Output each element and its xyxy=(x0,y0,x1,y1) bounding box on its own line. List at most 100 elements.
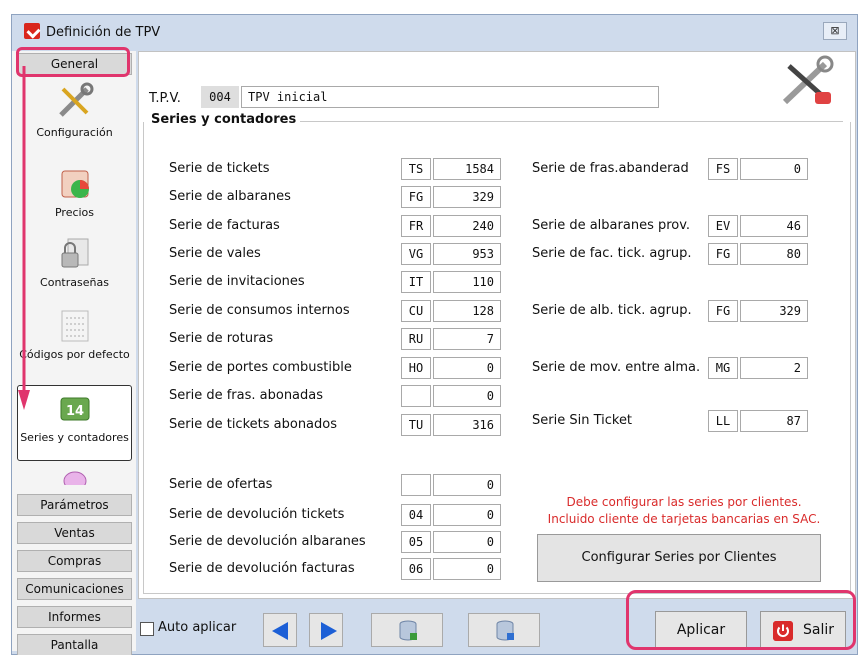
series-counter-input[interactable]: 0 xyxy=(433,474,501,496)
series-label: Serie de facturas xyxy=(169,218,280,233)
highlight-actions xyxy=(626,590,856,650)
sidebar-item-label: Series y contadores xyxy=(20,431,129,444)
tpv-code-field: 004 xyxy=(201,86,239,108)
configure-series-button[interactable]: Configurar Series por Clientes xyxy=(537,534,821,582)
arrow-right-icon xyxy=(321,622,337,640)
tools-icon xyxy=(58,82,93,117)
series-label: Serie de fras. abonadas xyxy=(169,388,324,403)
next-button[interactable] xyxy=(309,613,343,647)
series-code-input[interactable]: EV xyxy=(708,215,738,237)
tab-compras[interactable]: Compras xyxy=(17,550,132,572)
price-chart-icon xyxy=(61,170,89,198)
series-counter-input[interactable]: 329 xyxy=(740,300,808,322)
series-label: Serie de devolución facturas xyxy=(169,561,355,576)
series-label: Serie de fac. tick. agrup. xyxy=(532,246,692,261)
svg-text:14: 14 xyxy=(65,404,83,419)
series-label: Serie de albaranes xyxy=(169,189,291,204)
series-code-input[interactable]: MG xyxy=(708,357,738,379)
series-counter-input[interactable]: 87 xyxy=(740,410,808,432)
tpv-label: T.P.V. xyxy=(149,91,181,106)
star-icon xyxy=(63,471,86,491)
tools-graphic-icon xyxy=(782,55,834,105)
series-code-input[interactable]: IT xyxy=(401,271,431,293)
series-label: Serie de devolución albaranes xyxy=(169,534,366,549)
series-counter-input[interactable]: 0 xyxy=(433,385,501,407)
series-counter-input[interactable]: 0 xyxy=(433,531,501,553)
codes-icon xyxy=(61,310,88,342)
series-code-input[interactable]: 05 xyxy=(401,531,431,553)
tab-comunicaciones[interactable]: Comunicaciones xyxy=(17,578,132,600)
series-code-input[interactable]: RU xyxy=(401,328,431,350)
tab-pantalla[interactable]: Pantalla xyxy=(17,634,132,655)
series-label: Serie de tickets xyxy=(169,161,270,176)
series-counter-input[interactable]: 46 xyxy=(740,215,808,237)
series-counter-input[interactable]: 80 xyxy=(740,243,808,265)
series-code-input[interactable]: FS xyxy=(708,158,738,180)
series-counter-input[interactable]: 0 xyxy=(740,158,808,180)
database-save-button[interactable] xyxy=(371,613,443,647)
tpv-name-input[interactable]: TPV inicial xyxy=(241,86,659,108)
series-label: Serie de invitaciones xyxy=(169,274,305,289)
series-label: Serie de fras.abanderad xyxy=(532,161,689,176)
title-bar: Definición de TPV ⊠ xyxy=(12,15,857,51)
highlight-arrow-icon xyxy=(18,66,30,410)
tpv-definition-window: Definición de TPV ⊠ General Configuració… xyxy=(11,14,858,655)
series-code-input[interactable]: 06 xyxy=(401,558,431,580)
series-counter-input[interactable]: 110 xyxy=(433,271,501,293)
previous-button[interactable] xyxy=(263,613,297,647)
main-panel: T.P.V. 004 TPV inicial Series y contador… xyxy=(138,51,856,599)
series-label: Serie Sin Ticket xyxy=(532,413,633,428)
series-code-input[interactable]: CU xyxy=(401,300,431,322)
series-label: Serie de albaranes prov. xyxy=(532,218,691,233)
series-code-input[interactable]: FR xyxy=(401,215,431,237)
database-icon xyxy=(399,620,417,641)
section-title: Series y contadores xyxy=(151,112,301,127)
series-label: Serie de devolución tickets xyxy=(169,507,345,522)
app-logo-icon xyxy=(24,23,40,39)
series-counter-input[interactable]: 329 xyxy=(433,186,501,208)
database-load-button[interactable] xyxy=(468,613,540,647)
series-label: Serie de roturas xyxy=(169,331,274,346)
series-counter-input[interactable]: 0 xyxy=(433,558,501,580)
tab-informes[interactable]: Informes xyxy=(17,606,132,628)
series-code-input[interactable]: TU xyxy=(401,414,431,436)
series-counter-input[interactable]: 240 xyxy=(433,215,501,237)
series-label: Serie de ofertas xyxy=(169,477,273,492)
tab-ventas[interactable]: Ventas xyxy=(17,522,132,544)
series-label: Serie de consumos internos xyxy=(169,303,350,318)
series-label: Serie de portes combustible xyxy=(169,360,352,375)
series-code-input[interactable] xyxy=(401,385,431,407)
series-code-input[interactable]: LL xyxy=(708,410,738,432)
series-label: Serie de alb. tick. agrup. xyxy=(532,303,692,318)
series-counter-input[interactable]: 7 xyxy=(433,328,501,350)
series-code-input[interactable]: FG xyxy=(708,243,738,265)
warning-line-2: Incluido cliente de tarjetas bancarias e… xyxy=(547,512,821,526)
series-code-input[interactable]: FG xyxy=(401,186,431,208)
series-counter-input[interactable]: 1584 xyxy=(433,158,501,180)
series-code-input[interactable]: 04 xyxy=(401,504,431,526)
lock-icon xyxy=(61,238,88,268)
window-title: Definición de TPV xyxy=(46,25,161,40)
close-button[interactable]: ⊠ xyxy=(823,22,847,40)
tab-parametros[interactable]: Parámetros xyxy=(17,494,132,516)
series-label: Serie de mov. entre alma. xyxy=(532,360,701,375)
series-counter-input[interactable]: 0 xyxy=(433,357,501,379)
series-code-input[interactable] xyxy=(401,474,431,496)
sidebar-item-partial[interactable] xyxy=(17,469,132,491)
series-counter-input[interactable]: 953 xyxy=(433,243,501,265)
auto-apply-checkbox[interactable] xyxy=(140,622,154,636)
series-code-input[interactable]: HO xyxy=(401,357,431,379)
series-counter-input[interactable]: 128 xyxy=(433,300,501,322)
arrow-left-icon xyxy=(272,622,288,640)
series-label: Serie de vales xyxy=(169,246,261,261)
series-counter-input[interactable]: 0 xyxy=(433,504,501,526)
series-counter-input[interactable]: 316 xyxy=(433,414,501,436)
series-code-input[interactable]: TS xyxy=(401,158,431,180)
series-counter-input[interactable]: 2 xyxy=(740,357,808,379)
series-warning: Debe configurar las series por clientes.… xyxy=(521,494,847,528)
series-code-input[interactable]: VG xyxy=(401,243,431,265)
series-code-input[interactable]: FG xyxy=(708,300,738,322)
warning-line-1: Debe configurar las series por clientes. xyxy=(566,495,802,509)
auto-apply-label: Auto aplicar xyxy=(158,620,237,635)
counter-icon: 14 xyxy=(60,397,89,421)
